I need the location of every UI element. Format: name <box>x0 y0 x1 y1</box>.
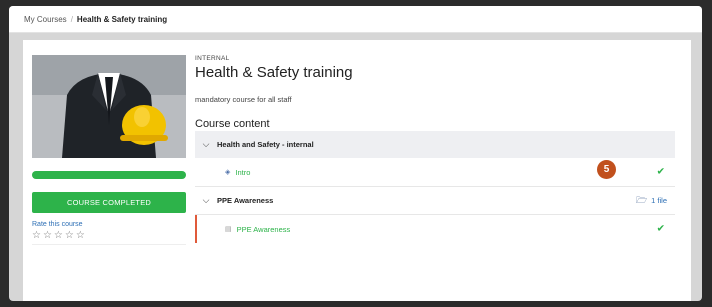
app-window: My Courses / Health & Safety training CO… <box>9 6 702 301</box>
section-files-link[interactable]: 🗁 1 file <box>636 193 667 209</box>
course-content-heading: Course content <box>195 118 270 130</box>
course-completed-button[interactable]: COURSE COMPLETED <box>32 192 186 213</box>
files-count[interactable]: 1 file <box>651 196 667 205</box>
course-description: mandatory course for all staff <box>195 95 292 104</box>
package-icon: ◈ <box>225 169 231 176</box>
list-item-ppe[interactable]: ▤ PPE Awareness ✔ <box>195 215 675 243</box>
folder-icon: 🗁 <box>635 194 648 205</box>
pdf-icon: ▤ <box>225 226 232 233</box>
item-label[interactable]: PPE Awareness <box>237 225 291 234</box>
breadcrumb-separator: / <box>70 14 73 24</box>
chevron-down-icon: ⌵ <box>202 195 210 205</box>
course-progress-bar <box>32 171 186 179</box>
section-header-health-safety[interactable]: ⌵ Health and Safety - internal <box>195 131 675 158</box>
sidebar-divider <box>32 244 186 245</box>
rate-course-link[interactable]: Rate this course <box>32 221 186 228</box>
step-number-badge: 5 <box>597 160 616 179</box>
course-card: COURSE COMPLETED Rate this course ☆☆☆☆☆ … <box>23 40 691 301</box>
section-title: Health and Safety - internal <box>217 140 314 149</box>
item-label[interactable]: Intro <box>235 168 250 177</box>
chevron-down-icon: ⌵ <box>202 139 210 149</box>
active-item-indicator <box>195 215 197 243</box>
course-sidebar: COURSE COMPLETED Rate this course ☆☆☆☆☆ <box>32 55 186 245</box>
section-title: PPE Awareness <box>217 196 274 205</box>
course-title: Health & Safety training <box>195 64 353 81</box>
rating-stars[interactable]: ☆☆☆☆☆ <box>32 230 186 241</box>
course-details: INTERNAL Health & Safety training mandat… <box>195 55 675 243</box>
course-thumbnail <box>32 55 186 158</box>
breadcrumb-my-courses[interactable]: My Courses <box>24 15 67 24</box>
breadcrumb: My Courses / Health & Safety training <box>9 6 702 33</box>
course-tag: INTERNAL <box>195 55 230 62</box>
section-header-ppe[interactable]: ⌵ PPE Awareness 🗁 1 file <box>195 186 675 215</box>
check-icon: ✔ <box>656 166 665 178</box>
check-icon: ✔ <box>656 223 665 235</box>
breadcrumb-current: Health & Safety training <box>76 14 168 24</box>
